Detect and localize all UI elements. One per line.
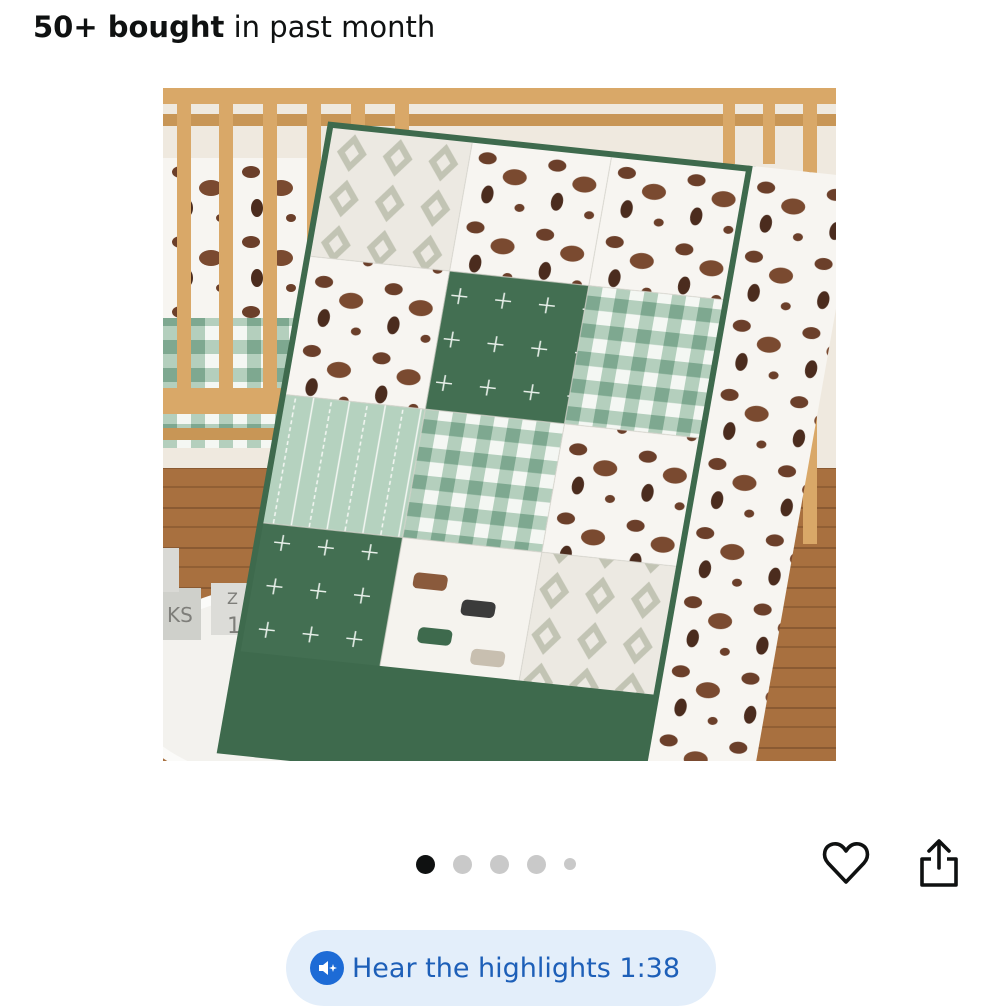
heart-icon	[822, 842, 870, 884]
purchase-count-text: 50+ bought in past month	[33, 8, 435, 46]
hear-highlights-button[interactable]: Hear the highlights 1:38	[286, 930, 716, 1006]
hear-highlights-label: Hear the highlights 1:38	[352, 952, 681, 984]
carousel-dot-4[interactable]	[527, 854, 546, 874]
carousel-dot-1[interactable]	[416, 854, 435, 874]
share-button[interactable]	[915, 838, 963, 890]
carousel-dot-3[interactable]	[490, 854, 509, 874]
image-carousel-indicator[interactable]	[416, 853, 576, 875]
product-photo: KS 1 Z	[163, 88, 836, 761]
block-digit: Z	[227, 589, 238, 608]
audio-sparkle-icon	[310, 951, 344, 985]
product-image[interactable]: KS 1 Z	[163, 88, 836, 761]
wishlist-button[interactable]	[821, 838, 871, 888]
block-letters: KS	[167, 603, 193, 627]
share-icon	[920, 839, 958, 887]
purchase-period: in past month	[233, 10, 436, 44]
carousel-dot-2[interactable]	[453, 854, 472, 874]
purchase-count: 50+ bought	[33, 10, 225, 44]
carousel-dot-5[interactable]	[564, 858, 576, 870]
